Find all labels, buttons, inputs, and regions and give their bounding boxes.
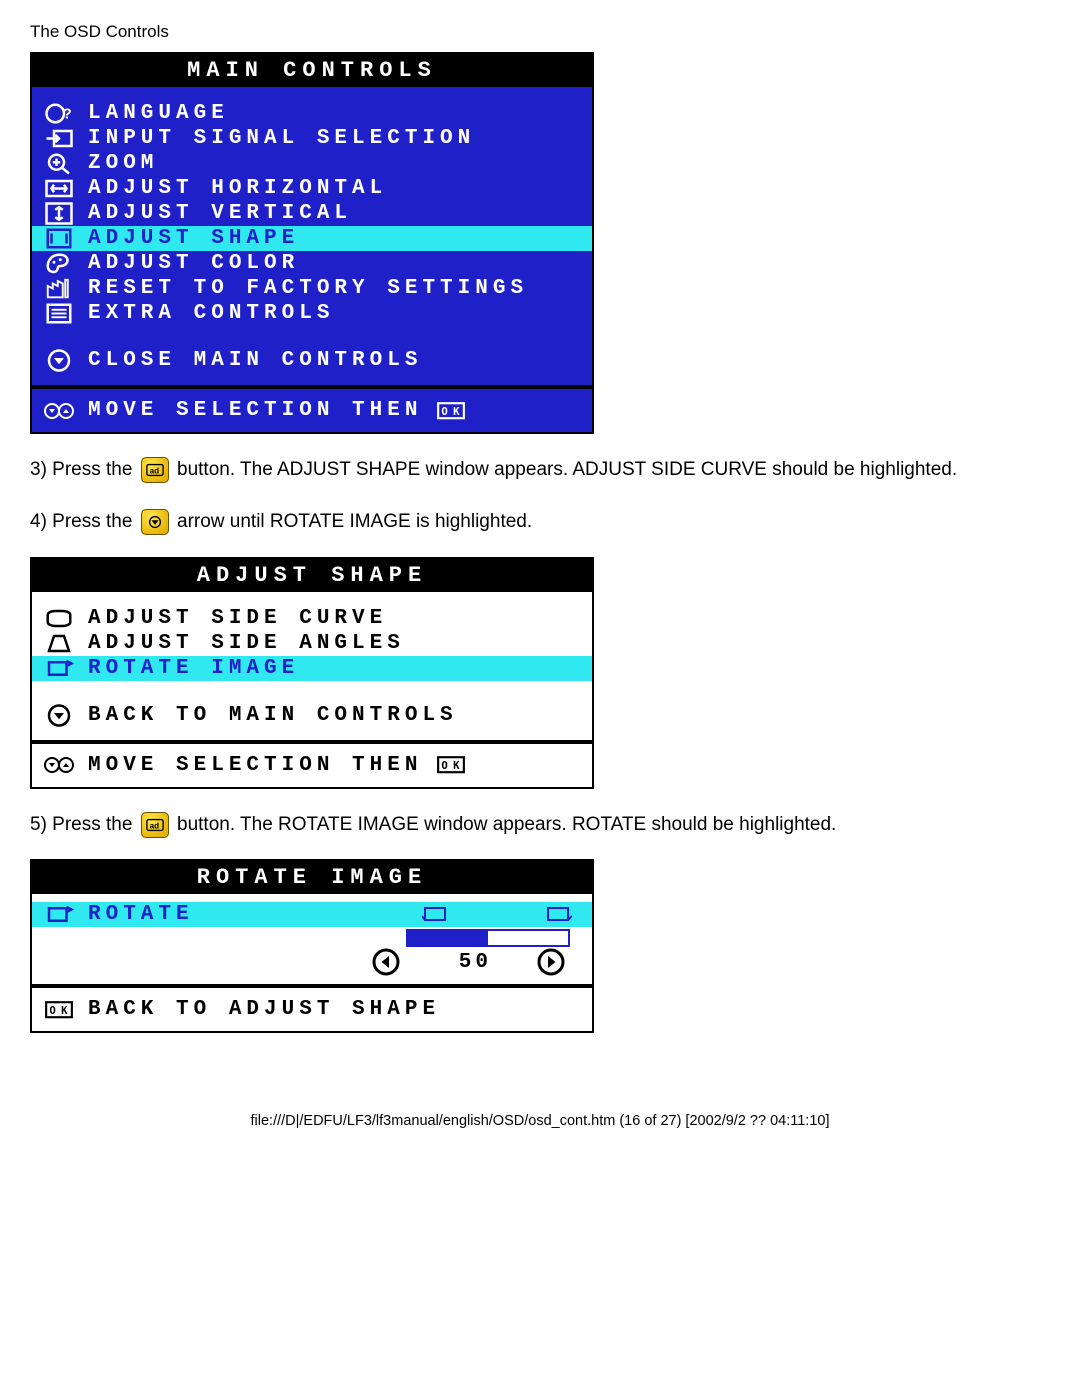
step3-prefix: 3) Press the [30, 459, 138, 480]
svg-text:OK: OK [49, 1004, 73, 1017]
step5-prefix: 5) Press the [30, 814, 138, 835]
rotate-image-footer: OK BACK TO ADJUST SHAPE [32, 984, 592, 1031]
menu-label: ROTATE [88, 903, 194, 926]
side-curve-icon [44, 607, 74, 629]
menu-item-adjust-horizontal[interactable]: ADJUST HORIZONTAL [32, 176, 592, 201]
step-5: 5) Press the ad button. The ROTATE IMAGE… [30, 809, 1030, 841]
rotate-value: 50 [459, 951, 492, 974]
ok-box-icon: OK [436, 754, 466, 776]
svg-text:OK: OK [442, 759, 466, 772]
menu-item-rotate[interactable]: ROTATE [32, 902, 592, 927]
rotate-image-title: ROTATE IMAGE [32, 861, 592, 894]
menu-item-extra-controls[interactable]: EXTRA CONTROLS [32, 301, 592, 326]
svg-text:ad: ad [149, 821, 158, 830]
step5-mid: button. The ROTATE IMAGE window appears.… [177, 814, 836, 835]
arrows-v-icon [44, 203, 74, 225]
step-3: 3) Press the ad button. The ADJUST SHAPE… [30, 454, 1030, 486]
footer-text: MOVE SELECTION THEN [88, 754, 422, 777]
down-circle-icon [44, 704, 74, 726]
menu-item-adjust-color[interactable]: ADJUST COLOR [32, 251, 592, 276]
globe-question-icon: ? [44, 103, 74, 125]
ok-button-icon: ad [141, 457, 169, 483]
menu-item-adjust-vertical[interactable]: ADJUST VERTICAL [32, 201, 592, 226]
page-footer: file:///D|/EDFU/LF3/lf3manual/english/OS… [30, 1113, 1050, 1129]
menu-label: ADJUST SIDE ANGLES [88, 632, 405, 655]
up-down-circle-icon [44, 754, 74, 776]
svg-text:ad: ad [149, 467, 158, 476]
menu-item-side-angles[interactable]: ADJUST SIDE ANGLES [32, 631, 592, 656]
shape-icon [44, 228, 74, 250]
adjust-shape-footer: MOVE SELECTION THEN OK [32, 740, 592, 787]
arrows-h-icon [44, 178, 74, 200]
down-circle-icon [44, 350, 74, 372]
menu-item-side-curve[interactable]: ADJUST SIDE CURVE [32, 606, 592, 631]
adjust-shape-title: ADJUST SHAPE [32, 559, 592, 592]
menu-label: ADJUST HORIZONTAL [88, 177, 387, 200]
menu-label: ADJUST VERTICAL [88, 202, 352, 225]
menu-item-input-signal[interactable]: INPUT SIGNAL SELECTION [32, 126, 592, 151]
rotate-preview-icons [422, 904, 572, 924]
palette-icon [44, 253, 74, 275]
factory-icon [44, 278, 74, 300]
menu-label: LANGUAGE [88, 102, 229, 125]
main-controls-title: MAIN CONTROLS [32, 54, 592, 87]
rotate-value-row: 50 [32, 949, 592, 976]
up-down-circle-icon [44, 400, 74, 422]
svg-text:OK: OK [442, 405, 466, 418]
adjust-shape-osd: ADJUST SHAPE ADJUST SIDE CURVE ADJUST SI… [30, 557, 594, 789]
page-header: The OSD Controls [30, 22, 1050, 42]
ok-box-icon: OK [436, 400, 466, 422]
menu-label: ADJUST SIDE CURVE [88, 607, 387, 630]
rotate-image-osd: ROTATE IMAGE ROTATE 50 [30, 859, 594, 1033]
step4-prefix: 4) Press the [30, 511, 138, 532]
step4-mid: arrow until ROTATE IMAGE is highlighted. [177, 511, 532, 532]
rotate-icon [44, 903, 74, 925]
step3-mid: button. The ADJUST SHAPE window appears.… [177, 459, 957, 480]
down-arrow-button-icon [141, 509, 169, 535]
menu-item-reset-factory[interactable]: RESET TO FACTORY SETTINGS [32, 276, 592, 301]
extra-icon [44, 303, 74, 325]
menu-item-language[interactable]: ? LANGUAGE [32, 101, 592, 126]
menu-label: ZOOM [88, 152, 158, 175]
side-angles-icon [44, 632, 74, 654]
menu-item-close[interactable]: CLOSE MAIN CONTROLS [32, 348, 592, 373]
footer-text: BACK TO ADJUST SHAPE [88, 998, 440, 1021]
footer-text: MOVE SELECTION THEN [88, 399, 422, 422]
menu-item-zoom[interactable]: ZOOM [32, 151, 592, 176]
menu-label: BACK TO MAIN CONTROLS [88, 704, 458, 727]
main-controls-footer: MOVE SELECTION THEN OK [32, 385, 592, 432]
menu-item-rotate-image[interactable]: ROTATE IMAGE [32, 656, 592, 681]
input-arrow-icon [44, 128, 74, 150]
menu-label: RESET TO FACTORY SETTINGS [88, 277, 528, 300]
menu-item-adjust-shape[interactable]: ADJUST SHAPE [32, 226, 592, 251]
menu-label: ROTATE IMAGE [88, 657, 299, 680]
ok-box-icon: OK [44, 998, 74, 1020]
left-circle-icon[interactable] [371, 951, 401, 973]
menu-label: EXTRA CONTROLS [88, 302, 334, 325]
menu-label: INPUT SIGNAL SELECTION [88, 127, 475, 150]
main-controls-osd: MAIN CONTROLS ? LANGUAGE INPUT SIGNAL SE… [30, 52, 594, 434]
magnify-plus-icon [44, 153, 74, 175]
menu-label: ADJUST COLOR [88, 252, 299, 275]
menu-label: ADJUST SHAPE [88, 227, 299, 250]
svg-text:?: ? [63, 107, 74, 124]
rotate-value-bar [406, 929, 570, 947]
right-circle-icon[interactable] [536, 951, 566, 973]
step-4: 4) Press the arrow until ROTATE IMAGE is… [30, 506, 1030, 538]
rotate-bar-row [32, 927, 592, 949]
ok-button-icon: ad [141, 812, 169, 838]
rotate-icon [44, 657, 74, 679]
menu-label: CLOSE MAIN CONTROLS [88, 349, 422, 372]
menu-item-back[interactable]: BACK TO MAIN CONTROLS [32, 703, 592, 728]
